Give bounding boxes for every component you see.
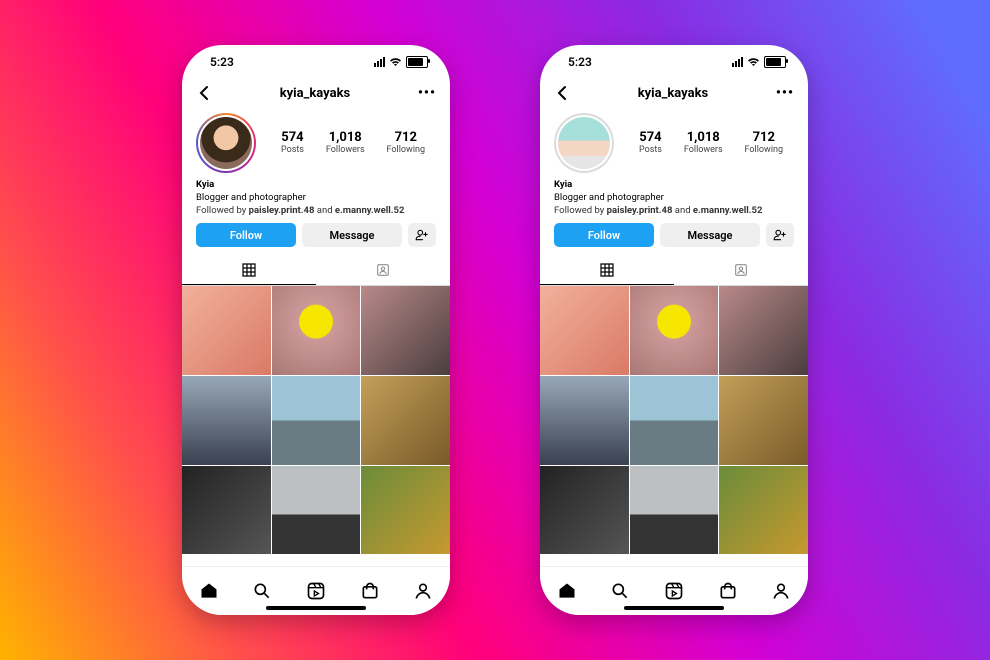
post-thumbnail[interactable] — [272, 286, 361, 375]
avatar-image — [200, 117, 252, 169]
display-name: Kyia — [196, 179, 436, 192]
post-thumbnail[interactable] — [272, 466, 361, 555]
post-thumbnail[interactable] — [361, 286, 450, 375]
avatar-no-ring[interactable] — [554, 113, 614, 173]
profile-actions: Follow Message — [182, 223, 450, 255]
nav-profile-icon[interactable] — [413, 581, 433, 601]
phone-mockup-right: 5:23 kyia_kayaks ••• 574Posts 1,018Follo… — [540, 45, 808, 615]
post-thumbnail[interactable] — [540, 466, 629, 555]
post-thumbnail[interactable] — [182, 466, 271, 555]
promo-background: 5:23 kyia_kayaks ••• 574Posts 1,018Follo… — [0, 0, 990, 660]
bio-text: Blogger and photographer — [554, 192, 794, 205]
status-icons — [374, 56, 428, 68]
profile-username: kyia_kayaks — [638, 86, 709, 101]
nav-shop-icon[interactable] — [718, 581, 738, 601]
profile-header: 574Posts 1,018Followers 712Following — [540, 107, 808, 175]
nav-reels-icon[interactable] — [664, 581, 684, 601]
post-thumbnail[interactable] — [540, 286, 629, 375]
nav-search-icon[interactable] — [252, 581, 272, 601]
status-bar: 5:23 — [182, 45, 450, 79]
post-thumbnail[interactable] — [719, 286, 808, 375]
profile-navbar: kyia_kayaks ••• — [182, 79, 450, 107]
display-name: Kyia — [554, 179, 794, 192]
back-button[interactable] — [196, 85, 212, 101]
content-tabs — [540, 255, 808, 286]
stat-following[interactable]: 712Following — [387, 130, 426, 156]
status-time: 5:23 — [210, 55, 234, 69]
more-options-button[interactable]: ••• — [418, 86, 436, 100]
profile-bio: Kyia Blogger and photographer Followed b… — [182, 175, 450, 223]
profile-username: kyia_kayaks — [280, 86, 351, 101]
posts-grid — [182, 286, 450, 554]
stat-following[interactable]: 712Following — [745, 130, 784, 156]
message-button[interactable]: Message — [660, 223, 760, 247]
nav-home-icon[interactable] — [557, 581, 577, 601]
back-button[interactable] — [554, 85, 570, 101]
post-thumbnail[interactable] — [630, 376, 719, 465]
profile-bio: Kyia Blogger and photographer Followed b… — [540, 175, 808, 223]
content-tabs — [182, 255, 450, 286]
profile-header: 574Posts 1,018Followers 712Following — [182, 107, 450, 175]
suggest-users-button[interactable] — [766, 223, 794, 247]
posts-grid — [540, 286, 808, 554]
cellular-icon — [732, 57, 743, 67]
post-thumbnail[interactable] — [272, 376, 361, 465]
cellular-icon — [374, 57, 385, 67]
post-thumbnail[interactable] — [361, 376, 450, 465]
battery-icon — [406, 56, 428, 68]
wifi-icon — [389, 57, 402, 67]
post-thumbnail[interactable] — [361, 466, 450, 555]
phone-mockup-left: 5:23 kyia_kayaks ••• 574Posts 1,018Follo… — [182, 45, 450, 615]
avatar-image — [558, 117, 610, 169]
stat-posts[interactable]: 574Posts — [281, 130, 304, 156]
home-indicator — [266, 606, 366, 610]
profile-stats: 574Posts 1,018Followers 712Following — [270, 130, 436, 156]
post-thumbnail[interactable] — [182, 286, 271, 375]
profile-navbar: kyia_kayaks ••• — [540, 79, 808, 107]
nav-profile-icon[interactable] — [771, 581, 791, 601]
post-thumbnail[interactable] — [182, 376, 271, 465]
nav-reels-icon[interactable] — [306, 581, 326, 601]
profile-actions: Follow Message — [540, 223, 808, 255]
tab-posts-grid[interactable] — [540, 255, 674, 285]
stat-posts[interactable]: 574Posts — [639, 130, 662, 156]
battery-icon — [764, 56, 786, 68]
avatar-story-ring[interactable] — [196, 113, 256, 173]
tab-tagged[interactable] — [674, 255, 808, 285]
profile-stats: 574Posts 1,018Followers 712Following — [628, 130, 794, 156]
status-icons — [732, 56, 786, 68]
post-thumbnail[interactable] — [630, 466, 719, 555]
suggest-users-button[interactable] — [408, 223, 436, 247]
wifi-icon — [747, 57, 760, 67]
more-options-button[interactable]: ••• — [776, 86, 794, 100]
message-button[interactable]: Message — [302, 223, 402, 247]
nav-search-icon[interactable] — [610, 581, 630, 601]
status-bar: 5:23 — [540, 45, 808, 79]
nav-home-icon[interactable] — [199, 581, 219, 601]
post-thumbnail[interactable] — [719, 466, 808, 555]
stat-followers[interactable]: 1,018Followers — [326, 130, 365, 156]
post-thumbnail[interactable] — [540, 376, 629, 465]
post-thumbnail[interactable] — [719, 376, 808, 465]
follow-button[interactable]: Follow — [196, 223, 296, 247]
follow-button[interactable]: Follow — [554, 223, 654, 247]
tab-posts-grid[interactable] — [182, 255, 316, 285]
nav-shop-icon[interactable] — [360, 581, 380, 601]
post-thumbnail[interactable] — [630, 286, 719, 375]
bio-text: Blogger and photographer — [196, 192, 436, 205]
stat-followers[interactable]: 1,018Followers — [684, 130, 723, 156]
status-time: 5:23 — [568, 55, 592, 69]
followed-by-line[interactable]: Followed by paisley.print.48 and e.manny… — [554, 205, 794, 218]
tab-tagged[interactable] — [316, 255, 450, 285]
followed-by-line[interactable]: Followed by paisley.print.48 and e.manny… — [196, 205, 436, 218]
home-indicator — [624, 606, 724, 610]
